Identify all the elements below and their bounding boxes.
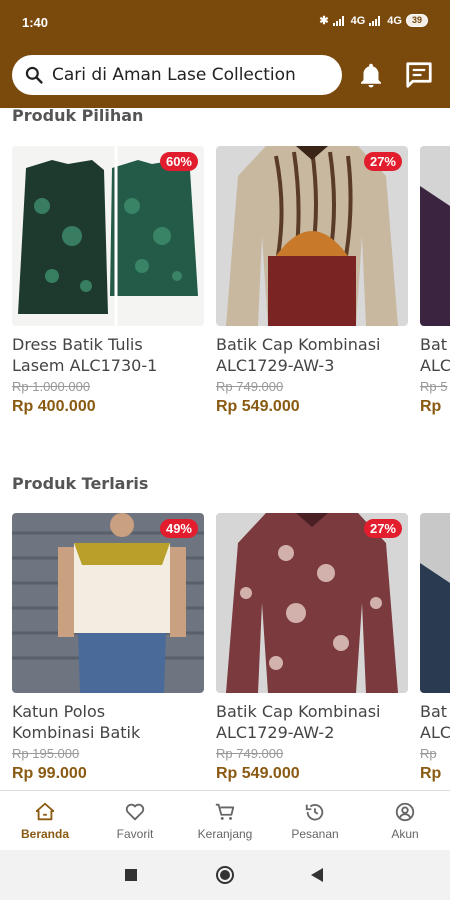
- product-old-price: Rp 749.000: [216, 379, 284, 394]
- bell-icon[interactable]: [356, 60, 386, 90]
- product-name: Bat ALC: [420, 335, 450, 375]
- nav-label: Pesanan: [291, 827, 339, 841]
- product-image: 27%: [216, 513, 408, 693]
- status-bar: 1:40 ✱ 4G 4G 39: [0, 0, 450, 44]
- nav-akun[interactable]: Akun: [360, 791, 450, 851]
- search-icon: [25, 66, 43, 84]
- nav-label: Beranda: [20, 827, 70, 841]
- product-card[interactable]: Bat ALC Rp Rp: [420, 513, 450, 783]
- home-icon: [35, 802, 55, 821]
- product-old-price: Rp 749.000: [216, 746, 284, 761]
- product-price: Rp 99.000: [12, 765, 87, 782]
- signal-icon: [332, 15, 347, 26]
- product-card[interactable]: 27% Batik Cap Kombinasi ALC1729-AW-3 Rp …: [216, 146, 408, 416]
- product-old-price: Rp 195.000: [12, 746, 80, 761]
- back-icon[interactable]: [310, 867, 324, 883]
- product-price: Rp 400.000: [12, 398, 96, 415]
- status-time: 1:40: [22, 15, 49, 30]
- system-navigation-bar: [0, 850, 450, 900]
- product-name: Batik Cap Kombinasi ALC1729-AW-3: [216, 335, 381, 375]
- discount-badge: 49%: [159, 519, 198, 538]
- discount-badge: 60%: [159, 152, 198, 171]
- bottom-navigation: Beranda Favorit Keranjang Pesanan Akun: [0, 790, 450, 850]
- nav-pesanan[interactable]: Pesanan: [270, 791, 360, 851]
- product-name: Dress Batik Tulis Lasem ALC1730-1: [12, 335, 158, 375]
- battery-icon: 39: [405, 14, 428, 27]
- product-image: [420, 513, 450, 693]
- nav-label: Akun: [391, 827, 419, 841]
- app-header: Cari di Aman Lase Collection: [0, 44, 450, 108]
- search-input[interactable]: Cari di Aman Lase Collection: [12, 55, 342, 95]
- home-button-icon[interactable]: [215, 865, 235, 885]
- cart-icon: [215, 803, 235, 820]
- section-title-pilihan: Produk Pilihan: [12, 108, 144, 125]
- signal-icon-2: [369, 15, 383, 26]
- product-price: Rp: [420, 398, 442, 415]
- product-name: Katun Polos Kombinasi Batik: [12, 702, 141, 742]
- recents-icon[interactable]: [124, 868, 138, 882]
- heart-icon: [125, 803, 145, 821]
- product-price: Rp 549.000: [216, 398, 300, 415]
- product-price: Rp 549.000: [216, 765, 300, 782]
- history-icon: [305, 803, 324, 821]
- product-image: 60%: [12, 146, 204, 326]
- home-content[interactable]: Produk Pilihan 60% Dress Batik Tulis Las…: [0, 108, 450, 790]
- product-card[interactable]: 49% Katun Polos Kombinasi Batik Rp 195.0…: [12, 513, 204, 783]
- nav-keranjang[interactable]: Keranjang: [180, 791, 270, 851]
- product-old-price: Rp 5: [420, 379, 448, 394]
- nav-beranda[interactable]: Beranda: [0, 791, 90, 851]
- product-card[interactable]: Bat ALC Rp 5 Rp: [420, 146, 450, 416]
- product-name: Batik Cap Kombinasi ALC1729-AW-2: [216, 702, 381, 742]
- product-old-price: Rp: [420, 746, 437, 761]
- bluetooth-icon: ✱: [319, 15, 329, 27]
- product-old-price: Rp 1.000.000: [12, 379, 91, 394]
- product-image: 49%: [12, 513, 204, 693]
- nav-favorit[interactable]: Favorit: [90, 791, 180, 851]
- status-icons: ✱ 4G 4G 39: [319, 14, 428, 27]
- account-icon: [395, 802, 415, 822]
- discount-badge: 27%: [363, 519, 402, 538]
- search-placeholder: Cari di Aman Lase Collection: [52, 65, 296, 85]
- product-card[interactable]: 60% Dress Batik Tulis Lasem ALC1730-1 Rp…: [12, 146, 204, 416]
- section-title-terlaris: Produk Terlaris: [12, 474, 149, 493]
- product-price: Rp: [420, 765, 442, 782]
- product-card[interactable]: 27% Batik Cap Kombinasi ALC1729-AW-2 Rp …: [216, 513, 408, 783]
- product-name: Bat ALC: [420, 702, 450, 742]
- product-row-pilihan[interactable]: 60% Dress Batik Tulis Lasem ALC1730-1 Rp…: [12, 146, 450, 416]
- chat-icon[interactable]: [404, 60, 434, 90]
- product-image: [420, 146, 450, 326]
- network-label-2: 4G: [387, 14, 402, 27]
- network-label-1: 4G: [350, 14, 366, 27]
- discount-badge: 27%: [363, 152, 402, 171]
- product-row-terlaris[interactable]: 49% Katun Polos Kombinasi Batik Rp 195.0…: [12, 513, 450, 783]
- nav-label: Favorit: [116, 827, 154, 841]
- product-image: 27%: [216, 146, 408, 326]
- nav-label: Keranjang: [197, 827, 253, 841]
